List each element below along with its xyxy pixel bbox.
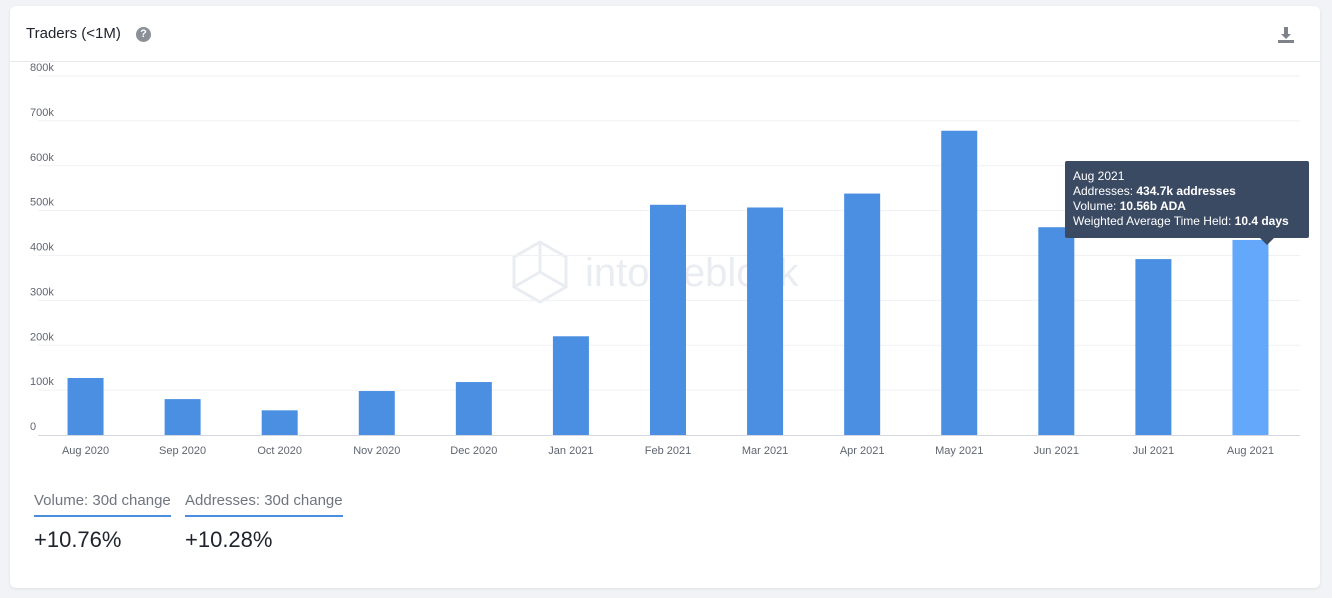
y-tick-label: 800k <box>30 62 54 74</box>
bar[interactable] <box>650 204 686 435</box>
x-tick-label: Dec 2020 <box>450 445 497 457</box>
y-tick-label: 700k <box>30 107 54 119</box>
addresses-change-stat[interactable]: Addresses: 30d change +10.28% <box>185 492 343 553</box>
x-tick-label: Jun 2021 <box>1034 445 1079 457</box>
x-tick-label: Nov 2020 <box>353 445 400 457</box>
bar[interactable] <box>455 382 492 435</box>
tooltip-volume: Volume: 10.56b ADA <box>1073 199 1186 213</box>
y-tick-label: 200k <box>30 331 54 343</box>
tooltip-addresses: Addresses: 434.7k addresses <box>1073 184 1236 198</box>
x-tick-label: Feb 2021 <box>645 445 691 457</box>
volume-change-label: Volume: 30d change <box>34 492 171 517</box>
x-tick-label: Aug 2020 <box>62 445 109 457</box>
bar-chart: intotheblock0100k200k300k400k500k600k700… <box>30 62 1300 457</box>
tooltip-title: Aug 2021 <box>1073 169 1125 183</box>
volume-change-value: +10.76% <box>34 527 122 552</box>
addresses-change-value: +10.28% <box>185 527 273 552</box>
volume-change-stat[interactable]: Volume: 30d change +10.76% <box>34 492 171 553</box>
bar[interactable] <box>164 399 201 435</box>
bar[interactable] <box>941 130 978 435</box>
y-tick-label: 0 <box>30 421 36 433</box>
tooltip-arrow <box>1260 238 1274 245</box>
download-icon[interactable] <box>1276 25 1296 45</box>
card-header: Traders (<1M) ? <box>10 6 1320 62</box>
question-circle-icon[interactable]: ? <box>136 27 151 42</box>
y-tick-label: 300k <box>30 286 54 298</box>
tooltip-time-held: Weighted Average Time Held: 10.4 days <box>1073 214 1289 228</box>
x-tick-label: Sep 2020 <box>159 445 206 457</box>
y-tick-label: 500k <box>30 197 54 209</box>
chart-tooltip: Aug 2021 Addresses: 434.7k addresses Vol… <box>1065 161 1309 245</box>
y-tick-label: 400k <box>30 242 54 254</box>
bar[interactable] <box>747 207 784 435</box>
bar[interactable] <box>844 193 881 435</box>
bar[interactable] <box>67 378 104 435</box>
bar[interactable] <box>1038 227 1075 435</box>
y-tick-label: 600k <box>30 152 54 164</box>
traders-card: Traders (<1M) ? intotheblock 0 100k 200k 300… <box>10 6 1320 588</box>
x-tick-label: Mar 2021 <box>742 445 788 457</box>
x-tick-label: Jul 2021 <box>1133 445 1175 457</box>
x-tick-label: May 2021 <box>935 445 983 457</box>
bar[interactable] <box>358 391 395 435</box>
x-tick-label: Oct 2020 <box>257 445 302 457</box>
bar[interactable] <box>1232 239 1269 435</box>
watermark-logo-icon <box>512 240 568 304</box>
addresses-change-label: Addresses: 30d change <box>185 492 343 517</box>
x-tick-label: Aug 2021 <box>1227 445 1274 457</box>
bar[interactable] <box>1135 259 1172 435</box>
bar[interactable] <box>552 336 589 435</box>
y-tick-label: 100k <box>30 376 54 388</box>
card-title: Traders (<1M) <box>26 25 121 42</box>
x-tick-label: Apr 2021 <box>840 445 885 457</box>
x-tick-label: Jan 2021 <box>548 445 593 457</box>
bar[interactable] <box>261 410 298 435</box>
